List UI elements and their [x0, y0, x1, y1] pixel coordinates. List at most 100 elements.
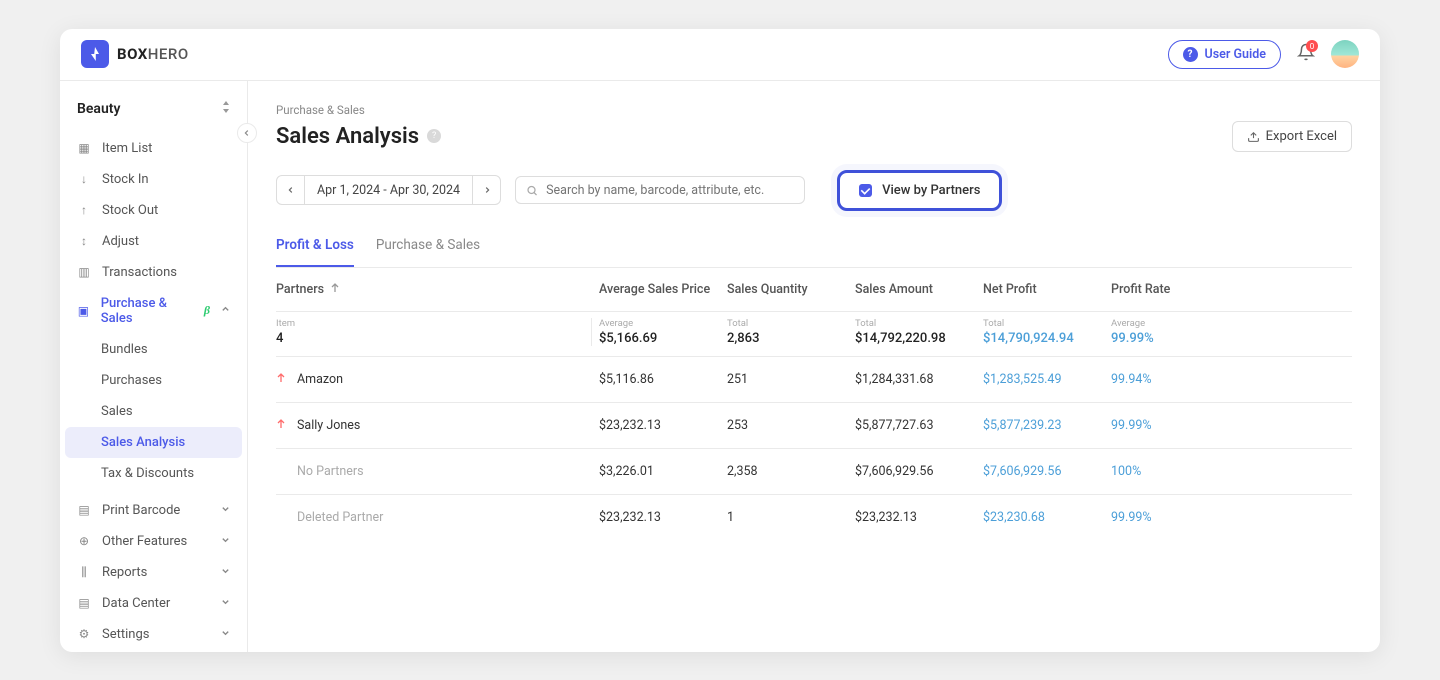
sidebar-item-label: Other Features	[102, 534, 187, 549]
search-box[interactable]	[515, 176, 805, 204]
sidebar-item-stock-out[interactable]: ↑Stock Out	[60, 195, 247, 226]
summary-net-value: $14,790,924.94	[983, 331, 1111, 346]
cell-net: $23,230.68	[983, 510, 1111, 525]
sidebar-sub-bundles[interactable]: Bundles	[60, 334, 247, 365]
date-range-picker[interactable]: Apr 1, 2024 - Apr 30, 2024	[276, 175, 501, 205]
col-profit-rate[interactable]: Profit Rate	[1111, 282, 1352, 297]
table-row[interactable]: Deleted Partner $23,232.13 1 $23,232.13 …	[276, 495, 1352, 540]
sidebar-item-label: Print Barcode	[102, 503, 180, 518]
sidebar-item-label: Reports	[102, 565, 147, 580]
chevron-left-icon	[287, 186, 295, 194]
purchase-sales-icon: ▣	[77, 304, 90, 318]
sidebar-item-stock-in[interactable]: ↓Stock In	[60, 164, 247, 195]
help-icon[interactable]: ?	[427, 129, 441, 143]
cell-qty: 2,358	[727, 464, 855, 479]
partner-name: Sally Jones	[297, 418, 360, 433]
cell-net: $7,606,929.56	[983, 464, 1111, 479]
beta-badge: β	[204, 303, 210, 318]
chevron-down-icon	[221, 597, 230, 609]
summary-item-value: 4	[276, 331, 591, 346]
header: BOXHERO ? User Guide 0	[60, 29, 1380, 81]
user-guide-label: User Guide	[1205, 47, 1266, 62]
avatar[interactable]	[1331, 40, 1359, 68]
cell-avg: $23,232.13	[599, 510, 727, 525]
chevron-down-icon	[221, 504, 230, 516]
logo-text: BOXHERO	[117, 45, 189, 63]
nav-icon: ▦	[77, 141, 91, 155]
nav-icon: ↑	[77, 203, 91, 217]
trend-up-icon	[276, 373, 286, 386]
chevron-down-icon	[221, 628, 230, 640]
sidebar-sub-sales-analysis[interactable]: Sales Analysis	[65, 427, 242, 458]
date-range-value[interactable]: Apr 1, 2024 - Apr 30, 2024	[305, 176, 472, 204]
sort-icon	[222, 101, 230, 116]
sidebar-item-other-features[interactable]: ⊕ Other Features	[60, 526, 247, 557]
export-icon	[1247, 130, 1260, 143]
export-excel-button[interactable]: Export Excel	[1232, 121, 1352, 152]
page-title: Sales Analysis	[276, 124, 419, 149]
sidebar-item-adjust[interactable]: ↕Adjust	[60, 226, 247, 257]
sidebar-item-data-center[interactable]: ▤Data Center	[60, 588, 247, 619]
col-avg-price[interactable]: Average Sales Price	[599, 282, 727, 297]
col-net-profit[interactable]: Net Profit	[983, 282, 1111, 297]
sidebar-item-item-list[interactable]: ▦ Item List	[60, 133, 247, 164]
search-input[interactable]	[546, 183, 794, 198]
date-next-button[interactable]	[472, 176, 500, 204]
summary-avg-value: $5,166.69	[599, 331, 727, 346]
chevron-up-icon	[221, 305, 230, 317]
sidebar: Beauty ▦ Item List ↓Stock In↑Stock Out↕Adj…	[60, 81, 248, 652]
table-row[interactable]: No Partners $3,226.01 2,358 $7,606,929.5…	[276, 449, 1352, 495]
search-icon	[526, 184, 538, 197]
col-sales-amount[interactable]: Sales Amount	[855, 282, 983, 297]
partner-name: Deleted Partner	[297, 510, 383, 525]
table-row[interactable]: Sally Jones $23,232.13 253 $5,877,727.63…	[276, 403, 1352, 449]
nav-icon: ↕	[77, 234, 91, 248]
notif-badge: 0	[1306, 40, 1318, 52]
summary-rate-value: 99.99%	[1111, 331, 1352, 346]
cell-rate: 99.94%	[1111, 372, 1352, 387]
cell-amt: $23,232.13	[855, 510, 983, 525]
sidebar-sub-purchases[interactable]: Purchases	[60, 365, 247, 396]
notifications-button[interactable]: 0	[1297, 43, 1315, 65]
sidebar-item-purchase-sales[interactable]: ▣ Purchase & Sales β	[60, 288, 247, 334]
view-by-partners-toggle[interactable]: View by Partners	[837, 170, 1002, 211]
cell-rate: 99.99%	[1111, 510, 1352, 525]
sidebar-item-label: Purchase & Sales	[101, 296, 193, 326]
checkbox-checked-icon[interactable]	[859, 184, 872, 197]
tabs: Profit & Loss Purchase & Sales	[276, 237, 1352, 268]
partner-name: Amazon	[297, 372, 343, 387]
table-row[interactable]: Amazon $5,116.86 251 $1,284,331.68 $1,28…	[276, 357, 1352, 403]
nav-icon: ⊕	[77, 534, 91, 548]
sidebar-sub-tax-discounts[interactable]: Tax & Discounts	[60, 458, 247, 489]
controls: Apr 1, 2024 - Apr 30, 2024 View by Partn…	[276, 170, 1352, 211]
app-window: BOXHERO ? User Guide 0 Beauty	[60, 29, 1380, 652]
summary-amt-value: $14,792,220.98	[855, 331, 983, 346]
sidebar-sub-sales[interactable]: Sales	[60, 396, 247, 427]
logo[interactable]: BOXHERO	[81, 40, 189, 68]
question-icon: ?	[1183, 47, 1198, 62]
team-selector[interactable]: Beauty	[60, 89, 247, 133]
col-partners[interactable]: Partners	[276, 282, 599, 297]
tab-purchase-sales[interactable]: Purchase & Sales	[376, 237, 480, 267]
sidebar-item-print-barcode[interactable]: ▤ Print Barcode	[60, 495, 247, 526]
sidebar-item-label: Item List	[102, 141, 152, 156]
main: Purchase & Sales Sales Analysis ? Export…	[248, 81, 1380, 652]
summary-item-label: Item	[276, 318, 591, 329]
user-guide-button[interactable]: ? User Guide	[1168, 40, 1281, 69]
collapse-sidebar-button[interactable]	[237, 123, 257, 143]
tab-profit-loss[interactable]: Profit & Loss	[276, 237, 354, 267]
sidebar-item-transactions[interactable]: ▥Transactions	[60, 257, 247, 288]
nav-icon: ↓	[77, 172, 91, 186]
sidebar-item-label: Data Center	[102, 596, 170, 611]
sidebar-item-reports[interactable]: ⫼Reports	[60, 557, 247, 588]
sidebar-item-label: Settings	[102, 627, 149, 642]
cell-avg: $23,232.13	[599, 418, 727, 433]
nav-icon: ▤	[77, 503, 91, 517]
trend-up-icon	[276, 419, 286, 432]
sidebar-item-settings[interactable]: ⚙Settings	[60, 619, 247, 650]
col-sales-qty[interactable]: Sales Quantity	[727, 282, 855, 297]
date-prev-button[interactable]	[277, 176, 305, 204]
breadcrumb: Purchase & Sales	[276, 103, 1352, 117]
title-row: Sales Analysis ? Export Excel	[276, 121, 1352, 152]
chevron-left-icon	[243, 129, 251, 137]
